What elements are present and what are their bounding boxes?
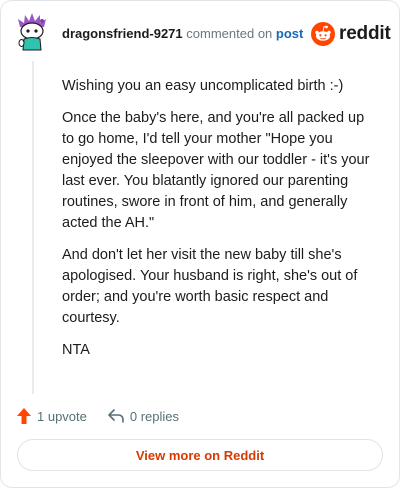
comment-paragraph: Wishing you an easy uncomplicated birth … [62, 78, 344, 94]
replies-button[interactable]: 0 replies [107, 408, 179, 424]
reply-arrow-icon [108, 409, 124, 423]
comment-embed-card: dragonsfriend-9271 commented on post red… [0, 0, 400, 488]
thread-line[interactable] [32, 61, 34, 394]
snoo-avatar-icon [18, 13, 46, 51]
username-link[interactable]: dragonsfriend-9271 [62, 26, 183, 41]
reddit-wordmark: reddit [339, 23, 391, 44]
comment-paragraph: NTA [62, 342, 90, 358]
comment-paragraph: And don't let her visit the new baby til… [62, 247, 358, 326]
commented-on-text: commented on [186, 26, 273, 41]
reddit-snoo-icon [311, 22, 335, 46]
comment-actions: 1 upvote 0 replies [16, 405, 179, 427]
view-more-button[interactable]: View more on Reddit [17, 439, 383, 471]
user-avatar[interactable] [16, 13, 48, 51]
reply-count: 0 replies [129, 408, 180, 424]
comment-header: dragonsfriend-9271 commented on post [62, 26, 303, 41]
comment-body: Wishing you an easy uncomplicated birth … [62, 76, 380, 372]
upvote-arrow-icon [17, 408, 31, 424]
comment-paragraph: Once the baby's here, and you're all pac… [62, 110, 370, 231]
upvote-count: 1 upvote [37, 408, 87, 424]
reddit-logo[interactable]: reddit [311, 21, 391, 47]
upvote-button[interactable]: 1 upvote [16, 407, 87, 425]
post-link[interactable]: post [276, 26, 303, 41]
